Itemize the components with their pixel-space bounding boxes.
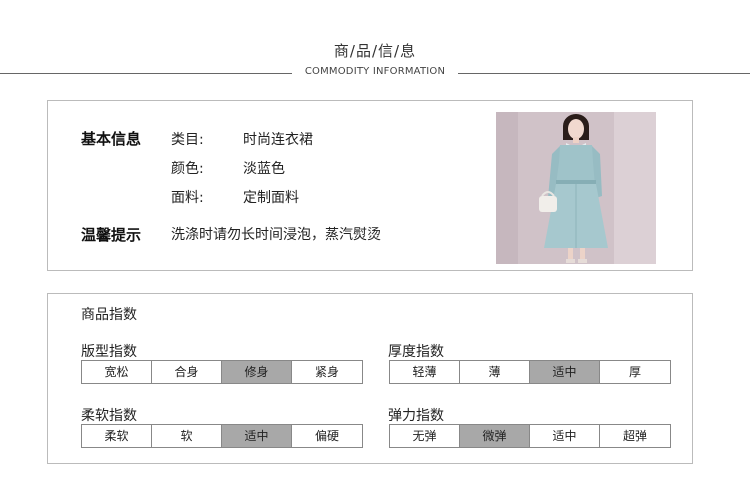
header-title-cn: 商/品/信/息 xyxy=(333,42,417,60)
index-section-title: 商品指数 xyxy=(81,307,137,323)
basic-info-label: 基本信息 xyxy=(81,130,142,148)
fit-index-title: 版型指数 xyxy=(81,344,137,360)
thickness-index-title: 厚度指数 xyxy=(388,344,444,360)
product-index-panel: 商品指数 版型指数 宽松 合身 修身 紧身 厚度指数 轻薄 薄 适中 厚 柔软指… xyxy=(47,293,693,464)
elasticity-index-title: 弹力指数 xyxy=(388,408,444,424)
fit-option: 合身 xyxy=(152,361,222,383)
softness-index-scale: 柔软 软 适中 偏硬 xyxy=(81,424,363,448)
softness-option: 软 xyxy=(152,425,222,447)
tip-label: 温馨提示 xyxy=(81,226,142,244)
fit-option-selected: 修身 xyxy=(222,361,292,383)
thickness-option: 轻薄 xyxy=(390,361,460,383)
softness-option: 偏硬 xyxy=(314,429,339,443)
product-photo xyxy=(496,112,656,264)
thickness-option: 厚 xyxy=(628,365,641,379)
softness-option: 柔软 xyxy=(82,425,152,447)
color-value: 淡蓝色 xyxy=(243,161,285,177)
color-key: 颜色: xyxy=(171,161,204,177)
category-value: 时尚连衣裙 xyxy=(243,132,313,148)
softness-index-title: 柔软指数 xyxy=(81,408,137,424)
header-rule-right xyxy=(458,73,750,74)
header-rule-left xyxy=(0,73,292,74)
basic-info-panel: 基本信息 类目: 时尚连衣裙 颜色: 淡蓝色 面料: 定制面料 温馨提示 洗涤时… xyxy=(47,100,693,271)
elasticity-option: 超弹 xyxy=(622,429,647,443)
elasticity-index-scale: 无弹 微弹 适中 超弹 xyxy=(389,424,671,448)
fit-option: 宽松 xyxy=(82,361,152,383)
header-title-en: COMMODITY INFORMATION xyxy=(304,66,446,77)
thickness-option: 薄 xyxy=(460,361,530,383)
thickness-index-scale: 轻薄 薄 适中 厚 xyxy=(389,360,671,384)
fabric-value: 定制面料 xyxy=(243,190,299,206)
elasticity-option: 无弹 xyxy=(390,425,460,447)
category-key: 类目: xyxy=(171,132,204,148)
elasticity-option-selected: 微弹 xyxy=(460,425,530,447)
tip-text: 洗涤时请勿长时间浸泡，蒸汽熨烫 xyxy=(171,227,381,243)
fabric-key: 面料: xyxy=(171,190,204,206)
fit-option: 紧身 xyxy=(314,365,339,379)
softness-option-selected: 适中 xyxy=(222,425,292,447)
thickness-option-selected: 适中 xyxy=(530,361,600,383)
section-header: 商/品/信/息 COMMODITY INFORMATION xyxy=(0,0,750,90)
fit-index-scale: 宽松 合身 修身 紧身 xyxy=(81,360,363,384)
model-illustration xyxy=(496,112,656,264)
elasticity-option: 适中 xyxy=(530,425,600,447)
